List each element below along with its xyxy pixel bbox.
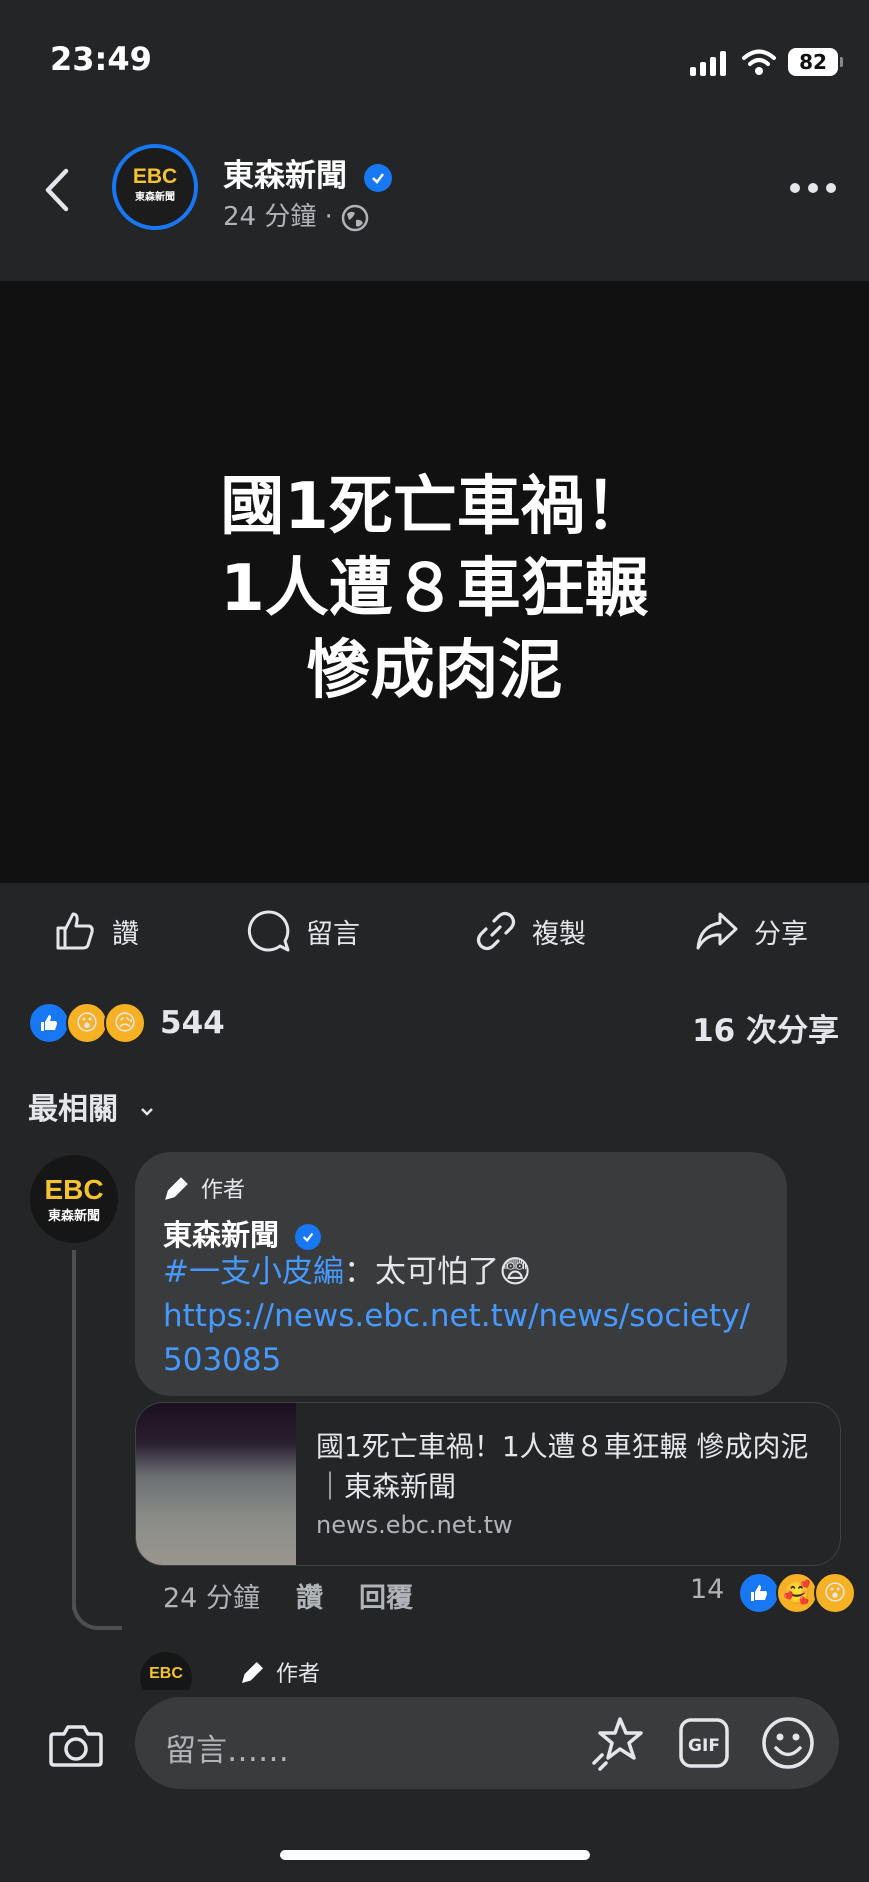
post-time-text: 24 分鐘 · bbox=[223, 202, 342, 232]
camera-icon[interactable] bbox=[48, 1720, 104, 1770]
care-reaction-icon: 🥰 bbox=[776, 1572, 818, 1614]
wow-reaction-icon: 😮 bbox=[814, 1572, 856, 1614]
copy-label: 複製 bbox=[532, 918, 586, 950]
reaction-count: 544 bbox=[160, 1005, 225, 1041]
comment-icon bbox=[247, 910, 290, 952]
logo-text: EBC bbox=[149, 1665, 183, 1682]
comment-text: #一支小皮編：太可怕了😨 https://news.ebc.net.tw/new… bbox=[163, 1250, 763, 1382]
comment-meta: 24 分鐘 讚 回覆 bbox=[163, 1576, 413, 1615]
post-headline: 國1死亡車禍！ 1人遭８車狂輾 慘成肉泥 bbox=[0, 466, 869, 712]
reply-author-badge-text: 作者 bbox=[276, 1662, 321, 1687]
preview-domain: news.ebc.net.tw bbox=[316, 1511, 513, 1539]
verified-icon bbox=[363, 163, 392, 192]
headline-line-2: 1人遭８車狂輾 bbox=[220, 552, 649, 626]
status-time: 23:49 bbox=[50, 40, 152, 78]
wifi-icon bbox=[742, 49, 776, 75]
emoji-icon[interactable] bbox=[760, 1715, 816, 1771]
comment-label: 留言 bbox=[306, 918, 360, 950]
comment-reactions[interactable]: 🥰 😮 bbox=[738, 1572, 856, 1614]
like-reaction-icon bbox=[28, 1002, 70, 1044]
avatar-sticker-icon[interactable] bbox=[590, 1713, 646, 1773]
page-name[interactable]: 東森新聞 bbox=[223, 150, 392, 195]
hashtag-link[interactable]: #一支小皮編 bbox=[163, 1254, 344, 1290]
comment-author[interactable]: 東森新聞 bbox=[163, 1212, 322, 1254]
globe-icon bbox=[341, 204, 369, 231]
gif-icon[interactable]: GIF bbox=[678, 1717, 730, 1769]
cellular-signal-icon bbox=[690, 50, 730, 76]
wow-reaction-icon: 😮 bbox=[66, 1002, 108, 1044]
preview-thumbnail bbox=[136, 1403, 296, 1565]
battery-indicator: 82 bbox=[788, 48, 843, 76]
verified-icon bbox=[295, 1224, 322, 1250]
post-media[interactable]: 國1死亡車禍！ 1人遭８車狂輾 慘成肉泥 bbox=[0, 281, 869, 883]
preview-title: 國1死亡車禍！1人遭８車狂輾 慘成肉泥｜東森新聞 bbox=[316, 1430, 809, 1503]
reply-author-badge: 作者 bbox=[240, 1656, 320, 1688]
pen-icon bbox=[242, 1662, 263, 1683]
comment-input-placeholder: 留言…… bbox=[165, 1733, 289, 1769]
comment-author-avatar[interactable]: EBC 東森新聞 bbox=[30, 1155, 118, 1243]
copy-link-button[interactable]: 複製 bbox=[474, 906, 586, 956]
home-indicator bbox=[280, 1850, 590, 1860]
more-options-icon[interactable] bbox=[790, 183, 836, 195]
sad-reaction-icon: 😥 bbox=[104, 1002, 146, 1044]
comment-sort-dropdown[interactable]: 最相關 bbox=[28, 1084, 156, 1128]
logo-text: EBC bbox=[132, 165, 178, 188]
article-link[interactable]: https://news.ebc.net.tw/news/society/503… bbox=[163, 1298, 750, 1378]
comment-time: 24 分鐘 bbox=[163, 1583, 260, 1614]
comment-button[interactable]: 留言 bbox=[246, 906, 360, 956]
share-count[interactable]: 16 次分享 bbox=[692, 1005, 839, 1050]
page-name-text: 東森新聞 bbox=[223, 158, 347, 194]
headline-line-1: 國1死亡車禍！ bbox=[220, 470, 649, 544]
thread-line bbox=[72, 1250, 76, 1610]
link-preview-card[interactable]: 國1死亡車禍！1人遭８車狂輾 慘成肉泥｜東森新聞 news.ebc.net.tw bbox=[135, 1402, 841, 1566]
share-label: 分享 bbox=[754, 918, 808, 950]
comment-author-name: 東森新聞 bbox=[163, 1218, 280, 1252]
link-icon bbox=[476, 911, 516, 951]
sort-label-text: 最相關 bbox=[28, 1092, 118, 1127]
comment-reaction-count[interactable]: 14 bbox=[690, 1574, 724, 1605]
logo-subtext: 東森新聞 bbox=[47, 1208, 100, 1223]
logo-subtext: 東森新聞 bbox=[135, 192, 175, 203]
like-label: 讚 bbox=[112, 918, 139, 950]
logo-text: EBC bbox=[44, 1174, 104, 1205]
comment-body: ：太可怕了😨 bbox=[343, 1254, 532, 1290]
like-icon bbox=[56, 912, 94, 950]
author-badge-text: 作者 bbox=[201, 1178, 246, 1203]
svg-text:GIF: GIF bbox=[688, 1736, 720, 1756]
share-button[interactable]: 分享 bbox=[694, 906, 808, 956]
headline-line-3: 慘成肉泥 bbox=[306, 634, 563, 708]
thread-connector bbox=[72, 1590, 122, 1630]
page-avatar[interactable]: EBC 東森新聞 bbox=[112, 144, 198, 230]
chevron-down-icon bbox=[141, 1107, 154, 1116]
comment-like-button[interactable]: 讚 bbox=[296, 1576, 323, 1615]
reactions-summary[interactable]: 😮 😥 544 bbox=[28, 1002, 225, 1044]
post-time: 24 分鐘 · bbox=[223, 196, 369, 233]
like-reaction-icon bbox=[738, 1572, 780, 1614]
back-arrow-icon[interactable] bbox=[38, 165, 78, 215]
share-icon bbox=[696, 912, 738, 950]
author-badge: 作者 bbox=[163, 1172, 245, 1204]
like-button[interactable]: 讚 bbox=[52, 906, 139, 956]
comment-reply-button[interactable]: 回覆 bbox=[359, 1576, 413, 1615]
pen-icon bbox=[165, 1177, 188, 1200]
